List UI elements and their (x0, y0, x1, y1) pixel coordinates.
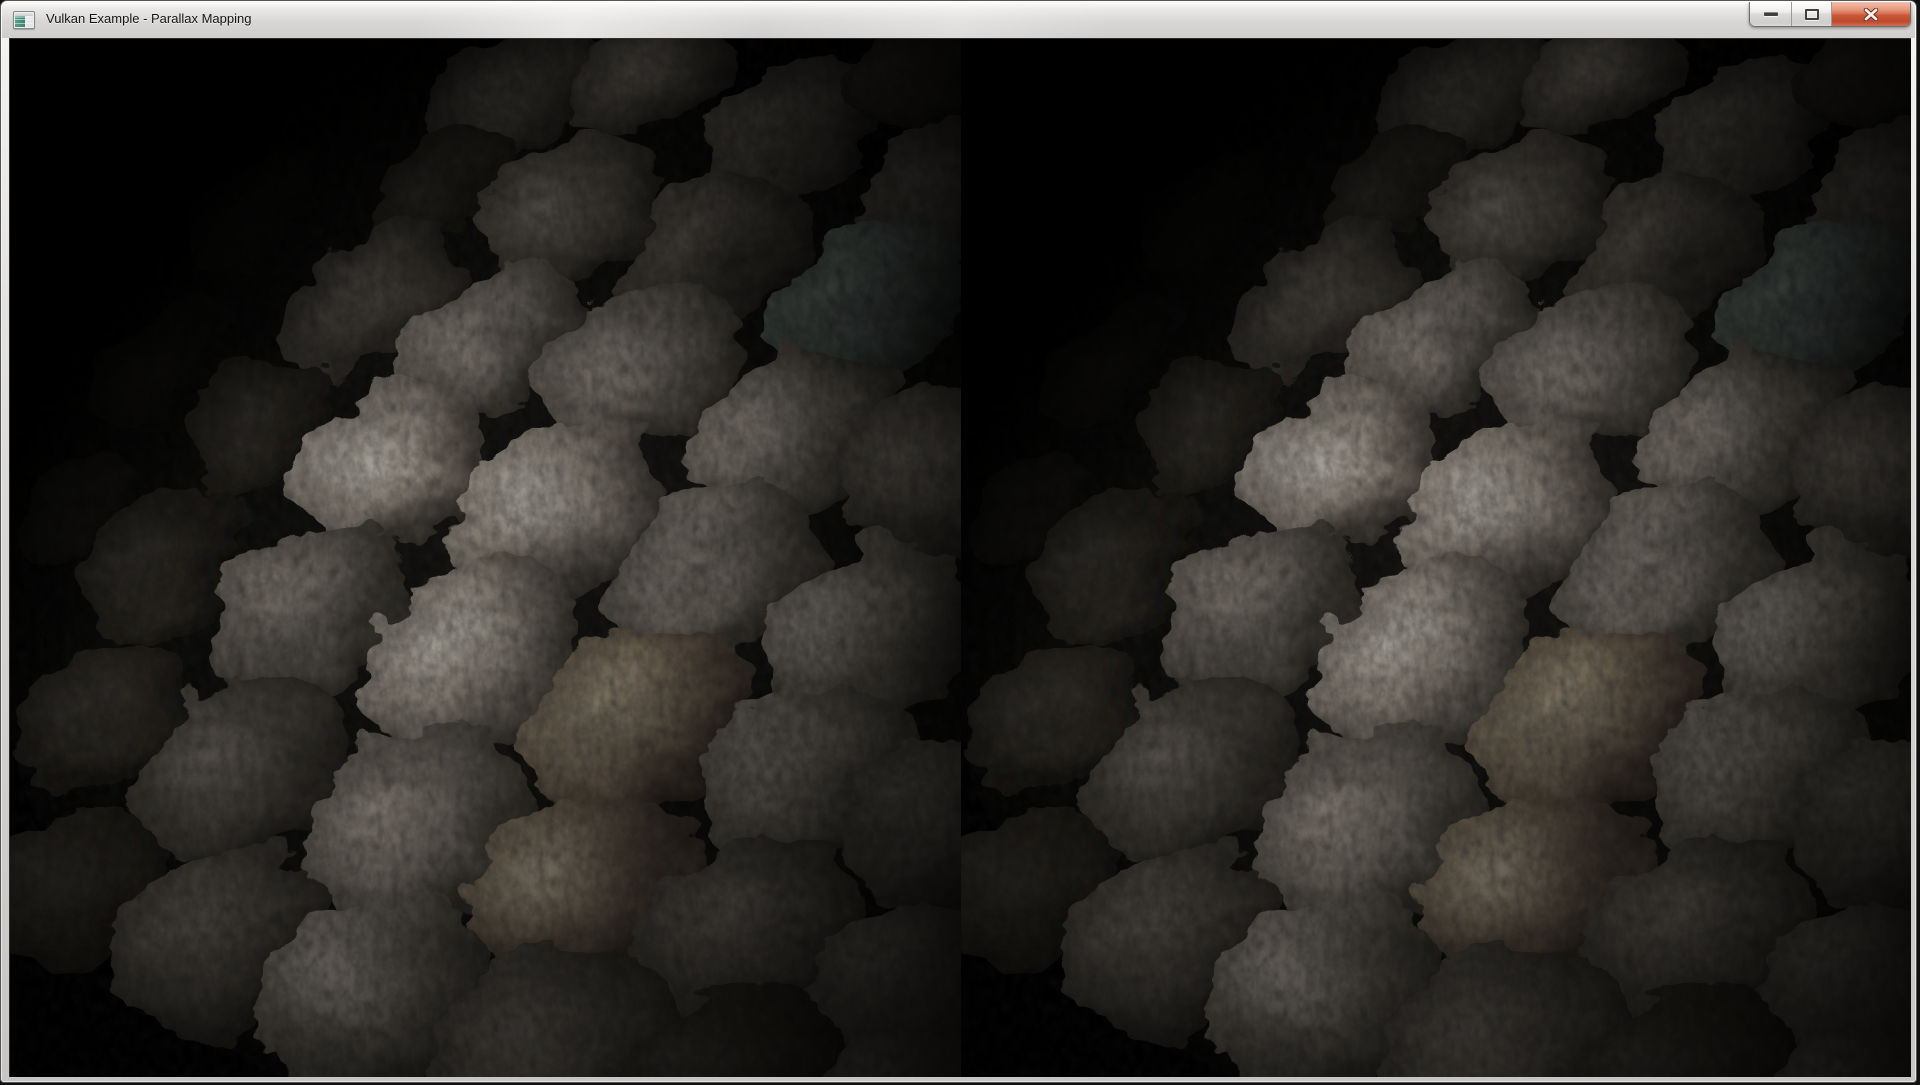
render-view-right[interactable] (961, 39, 1912, 1077)
minimize-button[interactable] (1750, 2, 1792, 26)
application-icon (13, 11, 35, 29)
minimize-icon (1764, 12, 1778, 16)
maximize-icon (1805, 9, 1819, 20)
title-bar[interactable]: Vulkan Example - Parallax Mapping (2, 2, 1915, 38)
app-window: Vulkan Example - Parallax Mapping (0, 0, 1917, 1083)
render-view-left[interactable] (10, 39, 961, 1077)
window-title: Vulkan Example - Parallax Mapping (46, 2, 251, 38)
close-button[interactable] (1832, 2, 1910, 26)
application-icon-lines (15, 16, 33, 27)
maximize-button[interactable] (1792, 2, 1832, 26)
render-client-area (9, 38, 1911, 1077)
window-controls (1749, 2, 1911, 27)
close-icon (1863, 8, 1879, 21)
